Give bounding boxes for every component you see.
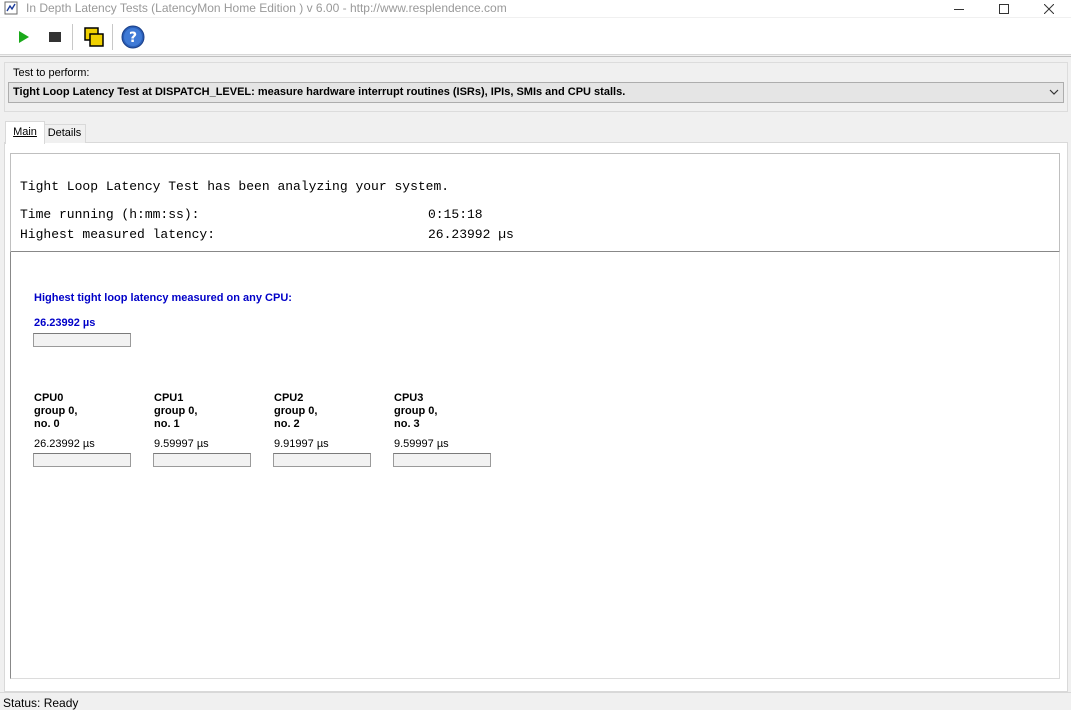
chevron-down-icon — [1049, 89, 1059, 95]
cpu-latency-value: 9.59997 µs — [394, 438, 449, 450]
help-icon: ? — [121, 25, 145, 49]
cpu-latency-bar — [273, 453, 371, 467]
title-bar: In Depth Latency Tests (LatencyMon Home … — [0, 0, 1071, 17]
tab-details[interactable]: Details — [43, 124, 86, 143]
overall-latency-value: 26.23992 µs — [34, 317, 96, 329]
cpu-number: no. 2 — [274, 418, 300, 430]
cpu-group: group 0, — [154, 405, 198, 417]
cpu-latency-bar — [393, 453, 491, 467]
highest-latency-value: 26.23992 µs — [428, 227, 514, 242]
cpu-title: CPU0 — [34, 392, 64, 404]
overall-latency-label: Highest tight loop latency measured on a… — [34, 292, 292, 304]
cpu-latency-value: 9.91997 µs — [274, 438, 329, 450]
cpu-latency-area: Highest tight loop latency measured on a… — [10, 252, 1060, 679]
cpu-name: CPU3 group 0, no. 3 — [394, 392, 437, 431]
cpu-number: no. 3 — [394, 418, 420, 430]
windows-icon — [84, 27, 104, 47]
minimize-icon — [954, 8, 964, 10]
highest-latency-label: Highest measured latency: — [20, 227, 216, 242]
svg-text:?: ? — [129, 30, 137, 46]
overall-latency-bar — [33, 333, 131, 347]
time-running-value: 0:15:18 — [428, 207, 483, 222]
test-select-value: Tight Loop Latency Test at DISPATCH_LEVE… — [13, 86, 626, 98]
help-button[interactable]: ? — [120, 24, 146, 50]
start-button[interactable] — [10, 24, 36, 50]
time-running-label: Time running (h:mm:ss): — [20, 207, 200, 222]
cpu-title: CPU1 — [154, 392, 184, 404]
toolbar: ? — [0, 18, 1071, 55]
cpu-latency-bar — [33, 453, 131, 467]
cpu-title: CPU2 — [274, 392, 304, 404]
cpu-latency-value: 9.59997 µs — [154, 438, 209, 450]
toolbar-separator — [72, 24, 73, 50]
tab-main[interactable]: Main — [5, 121, 45, 144]
cpu-number: no. 1 — [154, 418, 180, 430]
test-label: Test to perform: — [13, 67, 90, 79]
cpu-latency-bar — [153, 453, 251, 467]
toolbar-divider — [0, 56, 1071, 57]
cpu-name: CPU1 group 0, no. 1 — [154, 392, 197, 431]
app-icon — [4, 1, 18, 15]
close-icon — [1044, 3, 1054, 14]
cpu-number: no. 0 — [34, 418, 60, 430]
tab-details-label: Details — [47, 127, 82, 139]
cpu-name: CPU2 group 0, no. 2 — [274, 392, 317, 431]
close-button[interactable] — [1026, 0, 1071, 17]
maximize-icon — [999, 3, 1009, 14]
summary-headline: Tight Loop Latency Test has been analyzi… — [20, 179, 450, 194]
test-select[interactable]: Tight Loop Latency Test at DISPATCH_LEVE… — [8, 82, 1064, 103]
window-title: In Depth Latency Tests (LatencyMon Home … — [26, 1, 507, 15]
stop-icon — [49, 32, 61, 42]
status-bar: Status: Ready — [0, 692, 1071, 710]
windows-button[interactable] — [81, 24, 107, 50]
cpu-group: group 0, — [34, 405, 78, 417]
summary-box: Tight Loop Latency Test has been analyzi… — [10, 153, 1060, 253]
play-icon — [19, 31, 29, 43]
cpu-latency-value: 26.23992 µs — [34, 438, 95, 450]
cpu-name: CPU0 group 0, no. 0 — [34, 392, 77, 431]
toolbar-separator — [112, 24, 113, 50]
minimize-button[interactable] — [936, 0, 982, 17]
cpu-group: group 0, — [274, 405, 318, 417]
cpu-title: CPU3 — [394, 392, 424, 404]
maximize-button[interactable] — [981, 0, 1027, 17]
stop-button[interactable] — [42, 24, 68, 50]
tab-main-label: Main — [13, 126, 37, 138]
cpu-group: group 0, — [394, 405, 438, 417]
